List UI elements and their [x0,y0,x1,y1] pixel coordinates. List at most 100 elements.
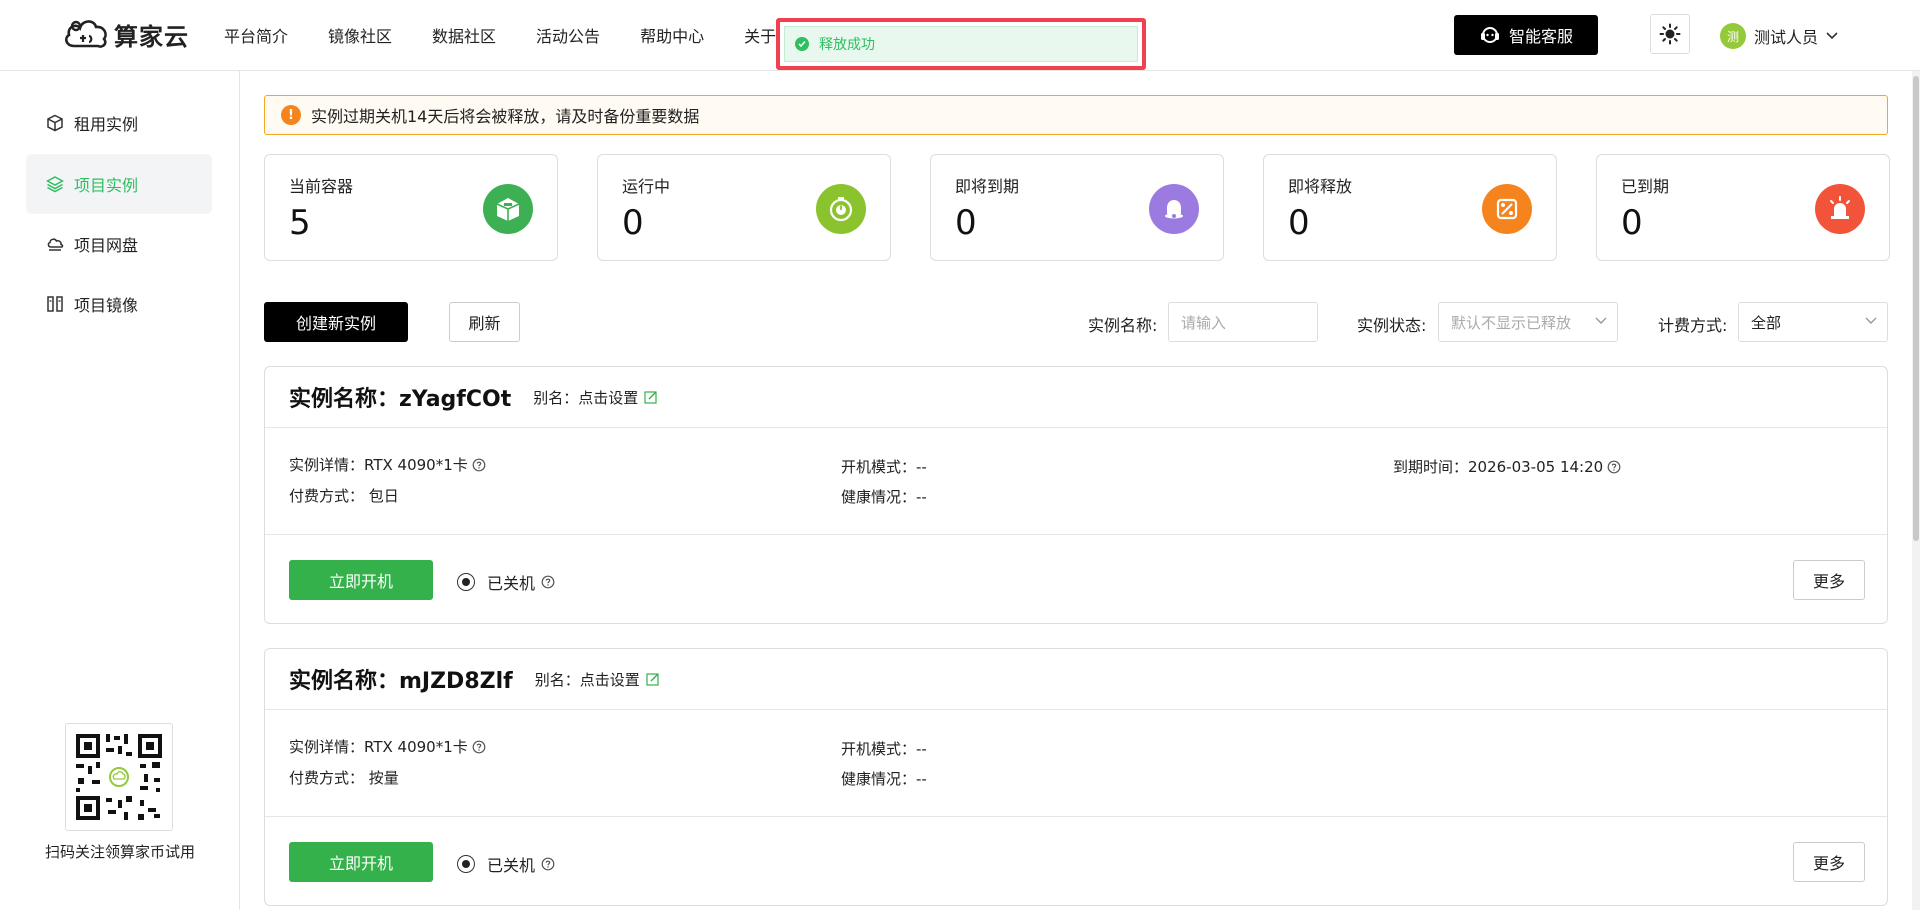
nav-image-community[interactable]: 镜像社区 [328,23,392,47]
stat-card-expired: 已到期 0 [1596,154,1890,261]
pay-method: 付费方式： 按量 [289,769,399,787]
detail-text: 实例详情：RTX 4090*1卡 [289,738,468,756]
instance-card: 实例名称：mJZD8Zlf 别名：点击设置 实例详情：RTX 4090*1卡 付… [264,648,1888,906]
stat-label: 运行中 [622,177,671,196]
card-divider [265,816,1887,817]
stat-value: 0 [622,203,644,243]
alarm-light-icon [1815,184,1865,234]
start-now-button[interactable]: 立即开机 [289,560,433,600]
theme-toggle-button[interactable] [1650,14,1690,54]
chevron-down-icon [1865,317,1877,324]
image-icon [47,296,63,312]
cloud-disk-icon [47,238,64,251]
instance-status-select[interactable]: 默认不显示已释放 [1438,302,1618,342]
help-circle-icon[interactable] [472,740,486,754]
nav-help[interactable]: 帮助中心 [640,23,704,47]
instance-name-placeholder: 请输入 [1181,313,1227,332]
alias-setting[interactable]: 别名：点击设置 [535,669,660,690]
refresh-button[interactable]: 刷新 [449,302,520,342]
support-label: 智能客服 [1508,27,1573,46]
instance-title: 实例名称：mJZD8Zlf [289,669,513,694]
expiry-notice: ! 实例过期关机14天后将会被释放，请及时备份重要数据 [264,95,1888,135]
instance-card: 实例名称：zYagfCOt 别名：点击设置 实例详情：RTX 4090*1卡 付… [264,366,1888,624]
sidebar-item-label: 项目镜像 [74,296,139,315]
power-status: 已关机 [457,852,555,876]
card-divider [265,534,1887,535]
billing-value: 全部 [1751,313,1782,332]
stat-value: 0 [1288,203,1310,243]
stat-card-current: 当前容器 5 [264,154,558,261]
more-button[interactable]: 更多 [1793,842,1865,882]
stat-label: 即将释放 [1288,177,1353,196]
user-menu[interactable]: 测 测试人员 [1720,22,1838,50]
help-circle-icon[interactable] [541,857,555,871]
nav-about[interactable]: 关于 [744,23,776,47]
card-header: 实例名称：mJZD8Zlf 别名：点击设置 [265,649,1887,710]
help-circle-icon[interactable] [541,575,555,589]
cloud-logo-icon [64,20,107,48]
stat-card-releasing: 即将释放 0 [1263,154,1557,261]
stat-label: 已到期 [1621,177,1670,196]
power-status: 已关机 [457,570,555,594]
stat-value: 0 [955,203,977,243]
more-button[interactable]: 更多 [1793,560,1865,600]
help-circle-icon[interactable] [1607,460,1621,474]
stat-label: 即将到期 [955,177,1020,196]
qr-code-icon [76,734,162,820]
sidebar-item-label: 项目实例 [74,176,139,195]
instance-detail: 实例详情：RTX 4090*1卡 [289,454,486,475]
sidebar-item-rent-instance[interactable]: 租用实例 [26,93,212,153]
instance-name-label: 实例名称: [1088,316,1158,335]
timer-icon [816,184,866,234]
boot-mode: 开机模式：-- [841,458,927,476]
logo[interactable]: 算家云 [62,14,189,54]
toast-body: 释放成功 [784,26,1138,62]
status-text: 已关机 [487,856,536,875]
scrollbar-thumb[interactable] [1913,76,1919,541]
start-now-button[interactable]: 立即开机 [289,842,433,882]
headset-icon [1480,27,1499,43]
alias-setting[interactable]: 别名：点击设置 [533,387,658,408]
container-box-icon [483,184,533,234]
sidebar-item-project-disk[interactable]: 项目网盘 [26,214,212,274]
boot-mode: 开机模式：-- [841,740,927,758]
qr-code [65,723,173,831]
toast-text: 释放成功 [819,37,875,53]
status-radio [457,855,475,873]
chevron-down-icon [1595,317,1607,324]
expire-time: 到期时间：2026-03-05 14:20 [1393,456,1621,477]
nav-announcements[interactable]: 活动公告 [536,23,600,47]
sidebar-item-label: 租用实例 [74,115,139,134]
billing-label: 计费方式: [1658,316,1728,335]
qr-caption: 扫码关注领算家币试用 [44,843,195,861]
support-button[interactable]: 智能客服 [1454,15,1598,55]
expire-text: 到期时间：2026-03-05 14:20 [1393,458,1604,476]
bell-icon [1149,184,1199,234]
instance-status-label: 实例状态: [1357,316,1427,335]
stat-value: 0 [1621,203,1643,243]
stat-value: 5 [289,203,311,243]
edit-icon [646,673,659,686]
sidebar-item-project-instance[interactable]: 项目实例 [26,154,212,214]
instance-name-input[interactable]: 请输入 [1168,302,1318,342]
stat-label: 当前容器 [289,177,354,196]
pay-method: 付费方式： 包日 [289,487,399,505]
sidebar-item-project-image[interactable]: 项目镜像 [26,274,212,334]
help-circle-icon[interactable] [472,458,486,472]
instance-title: 实例名称：zYagfCOt [289,387,512,412]
nav-data-community[interactable]: 数据社区 [432,23,496,47]
stat-card-expiring: 即将到期 0 [930,154,1224,261]
avatar: 测 [1720,23,1746,49]
health-status: 健康情况：-- [841,770,927,788]
sun-icon [1659,23,1681,45]
edit-icon [644,391,657,404]
billing-select[interactable]: 全部 [1738,302,1888,342]
alias-text: 别名：点击设置 [533,388,639,407]
nav-platform[interactable]: 平台简介 [224,23,288,47]
create-instance-button[interactable]: 创建新实例 [264,302,408,342]
top-header: 算家云 平台简介 镜像社区 数据社区 活动公告 帮助中心 关于 释放成功 智能客… [0,0,1920,71]
logo-text: 算家云 [114,22,189,51]
detail-text: 实例详情：RTX 4090*1卡 [289,456,468,474]
release-icon [1482,184,1532,234]
cube-icon [47,114,63,132]
